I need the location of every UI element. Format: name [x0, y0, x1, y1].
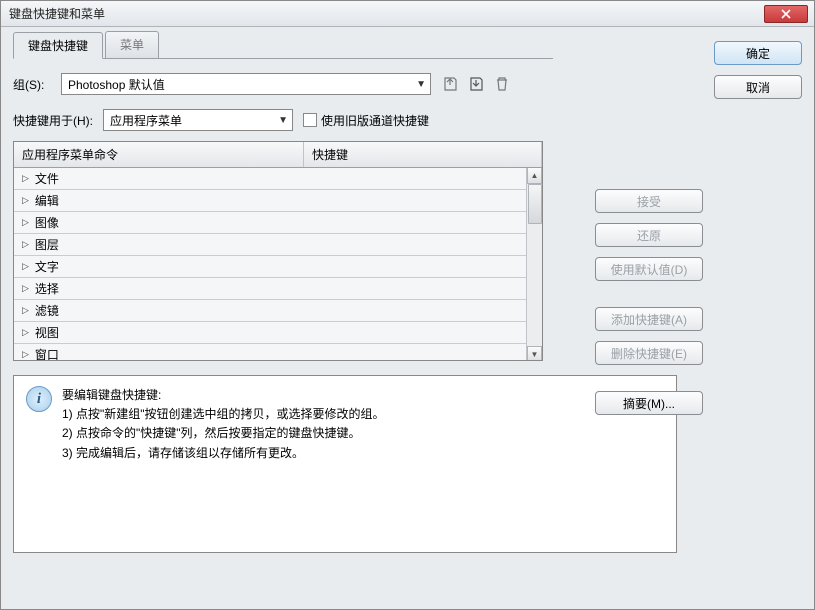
- table-row[interactable]: ▷文件: [14, 168, 542, 190]
- scroll-down-icon[interactable]: ▼: [527, 346, 542, 361]
- legacy-checkbox[interactable]: [303, 113, 317, 127]
- close-icon: [781, 9, 791, 19]
- table-header: 应用程序菜单命令 快捷键: [14, 142, 542, 168]
- cancel-button[interactable]: 取消: [714, 75, 802, 99]
- window-title: 键盘快捷键和菜单: [7, 5, 764, 22]
- shortcutfor-row: 快捷键用于(H): 应用程序菜单 ▼ 使用旧版通道快捷键: [13, 109, 553, 131]
- set-label: 组(S):: [13, 76, 61, 93]
- info-line: 1) 点按"新建组"按钮创建选中组的拷贝，或选择要修改的组。: [62, 405, 385, 424]
- info-icon: i: [26, 386, 52, 412]
- scrollbar[interactable]: ▲ ▼: [526, 168, 542, 361]
- tabs-row: 键盘快捷键 菜单: [13, 31, 553, 59]
- expand-icon: ▷: [22, 239, 29, 250]
- add-shortcut-button: 添加快捷键(A): [595, 307, 703, 331]
- table-area: 应用程序菜单命令 快捷键 ▷文件 ▷编辑 ▷图像 ▷图层 ▷文字 ▷选择 ▷滤镜…: [13, 141, 553, 361]
- expand-icon: ▷: [22, 327, 29, 338]
- scroll-thumb[interactable]: [528, 184, 542, 224]
- expand-icon: ▷: [22, 173, 29, 184]
- tab-shortcuts[interactable]: 键盘快捷键: [13, 32, 103, 59]
- chevron-down-icon: ▼: [278, 115, 288, 126]
- close-button[interactable]: [764, 5, 808, 23]
- save-set-icon[interactable]: [441, 75, 459, 93]
- expand-icon: ▷: [22, 305, 29, 316]
- set-select[interactable]: Photoshop 默认值 ▼: [61, 73, 431, 95]
- new-set-icon[interactable]: [467, 75, 485, 93]
- shortcut-table: 应用程序菜单命令 快捷键 ▷文件 ▷编辑 ▷图像 ▷图层 ▷文字 ▷选择 ▷滤镜…: [13, 141, 543, 361]
- expand-icon: ▷: [22, 217, 29, 228]
- info-text: 要编辑键盘快捷键: 1) 点按"新建组"按钮创建选中组的拷贝，或选择要修改的组。…: [62, 386, 385, 542]
- action-button-column: 接受 还原 使用默认值(D) 添加快捷键(A) 删除快捷键(E) 摘要(M)..…: [595, 189, 703, 415]
- dialog-button-column: 确定 取消: [714, 41, 802, 99]
- tab-menus[interactable]: 菜单: [105, 31, 159, 58]
- expand-icon: ▷: [22, 349, 29, 360]
- use-default-button: 使用默认值(D): [595, 257, 703, 281]
- table-row[interactable]: ▷图像: [14, 212, 542, 234]
- table-row[interactable]: ▷编辑: [14, 190, 542, 212]
- delete-set-icon[interactable]: [493, 75, 511, 93]
- info-line: 2) 点按命令的"快捷键"列，然后按要指定的键盘快捷键。: [62, 424, 385, 443]
- ok-button[interactable]: 确定: [714, 41, 802, 65]
- table-row[interactable]: ▷文字: [14, 256, 542, 278]
- table-row[interactable]: ▷图层: [14, 234, 542, 256]
- dialog-window: 键盘快捷键和菜单 确定 取消 键盘快捷键 菜单 组(S): Photoshop …: [0, 0, 815, 610]
- table-row[interactable]: ▷视图: [14, 322, 542, 344]
- chevron-down-icon: ▼: [416, 79, 426, 90]
- shortcutfor-label: 快捷键用于(H):: [13, 112, 103, 129]
- info-heading: 要编辑键盘快捷键:: [62, 386, 385, 405]
- undo-button: 还原: [595, 223, 703, 247]
- table-row[interactable]: ▷窗口: [14, 344, 542, 361]
- table-col-command: 应用程序菜单命令: [14, 142, 304, 167]
- content-area: 确定 取消 键盘快捷键 菜单 组(S): Photoshop 默认值 ▼: [13, 31, 802, 597]
- table-row[interactable]: ▷选择: [14, 278, 542, 300]
- table-row[interactable]: ▷滤镜: [14, 300, 542, 322]
- expand-icon: ▷: [22, 261, 29, 272]
- delete-shortcut-button: 删除快捷键(E): [595, 341, 703, 365]
- expand-icon: ▷: [22, 283, 29, 294]
- legacy-checkbox-row[interactable]: 使用旧版通道快捷键: [303, 112, 429, 129]
- legacy-checkbox-label: 使用旧版通道快捷键: [321, 112, 429, 129]
- titlebar: 键盘快捷键和菜单: [1, 1, 814, 27]
- accept-button: 接受: [595, 189, 703, 213]
- table-col-shortcut: 快捷键: [304, 142, 542, 167]
- info-box: i 要编辑键盘快捷键: 1) 点按"新建组"按钮创建选中组的拷贝，或选择要修改的…: [13, 375, 677, 553]
- shortcutfor-value: 应用程序菜单: [110, 112, 182, 129]
- scroll-up-icon[interactable]: ▲: [527, 168, 542, 184]
- shortcutfor-select[interactable]: 应用程序菜单 ▼: [103, 109, 293, 131]
- expand-icon: ▷: [22, 195, 29, 206]
- table-body: ▷文件 ▷编辑 ▷图像 ▷图层 ▷文字 ▷选择 ▷滤镜 ▷视图 ▷窗口 ▲: [14, 168, 542, 361]
- set-row: 组(S): Photoshop 默认值 ▼: [13, 73, 553, 95]
- summary-button[interactable]: 摘要(M)...: [595, 391, 703, 415]
- main-panel: 键盘快捷键 菜单 组(S): Photoshop 默认值 ▼: [13, 31, 703, 553]
- set-select-value: Photoshop 默认值: [68, 76, 165, 93]
- info-line: 3) 完成编辑后，请存储该组以存储所有更改。: [62, 444, 385, 463]
- set-icon-buttons: [441, 75, 511, 93]
